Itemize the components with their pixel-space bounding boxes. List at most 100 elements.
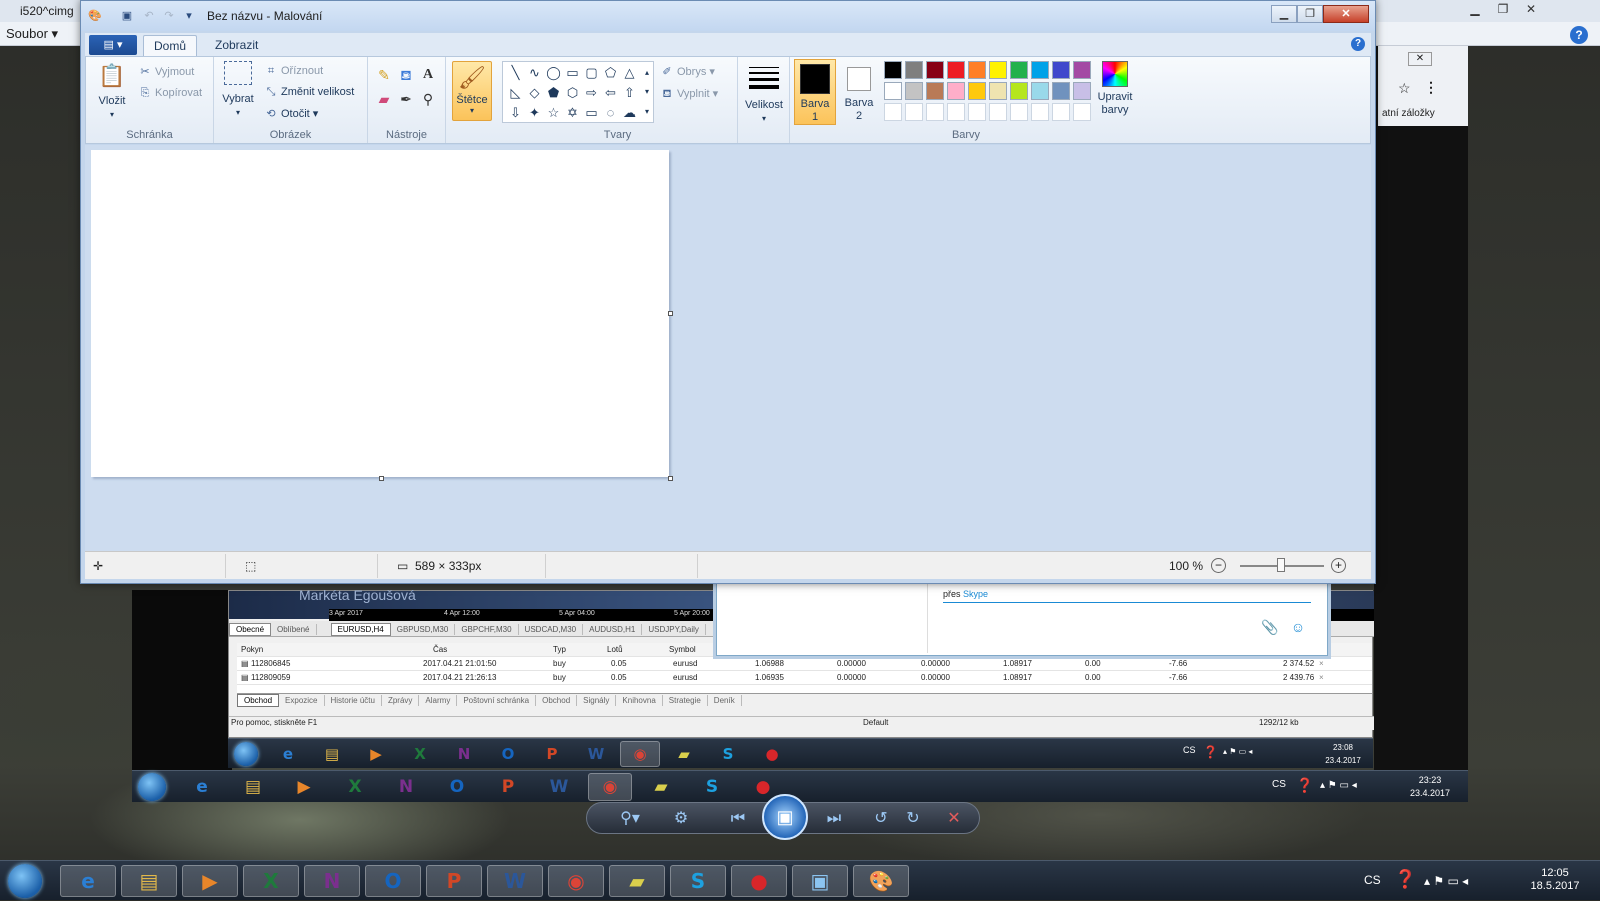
rotate-left-icon[interactable]: ↺ (871, 807, 891, 831)
maximize-button[interactable]: ❐ (1297, 5, 1323, 23)
chart-tab[interactable]: GBPUSD,M30 (391, 624, 456, 635)
palette-empty-slot[interactable] (989, 103, 1007, 121)
palette-color[interactable] (884, 82, 902, 100)
outline-button[interactable]: ✐ Obrys ▾ (660, 65, 715, 78)
browser-close-icon[interactable]: ✕ (1408, 52, 1432, 66)
terminal-tab[interactable]: Signály (577, 695, 617, 706)
emoji-icon[interactable]: ☺ (1289, 619, 1307, 637)
brushes-button[interactable]: 🖌 Štětce ▾ (452, 61, 492, 121)
chart-tab[interactable]: EURUSD,H4 (330, 623, 391, 636)
magnifier-icon[interactable]: ⚲ (418, 89, 438, 109)
palette-empty-slot[interactable] (1052, 103, 1070, 121)
tray-icons[interactable]: ▴ ⚑ ▭ ◂ (1223, 747, 1252, 756)
zoom-icon[interactable]: ⚲▾ (615, 807, 645, 831)
palette-color[interactable] (926, 61, 944, 79)
skype-icon[interactable]: S (670, 865, 726, 897)
color1-button[interactable]: Barva 1 (794, 59, 836, 125)
column-header[interactable]: Pokyn (241, 643, 263, 657)
shape-option[interactable]: ⇩ (506, 103, 525, 122)
help-icon[interactable]: ❓ (1203, 745, 1218, 759)
minimize-button[interactable]: ▁ (1271, 5, 1297, 23)
palette-color[interactable] (968, 61, 986, 79)
palette-color[interactable] (926, 82, 944, 100)
attach-icon[interactable]: 📎 (1261, 619, 1279, 637)
undo-icon[interactable]: ↶ (141, 9, 157, 23)
notes-icon[interactable]: ▰ (664, 741, 704, 767)
row-close-icon[interactable]: × (1319, 657, 1324, 671)
ie-icon[interactable]: e (268, 741, 308, 767)
shape-option[interactable]: ◇ (525, 83, 544, 102)
lang-indicator[interactable]: CS (1364, 873, 1381, 887)
metatrader-icon[interactable]: ● (731, 865, 787, 897)
paint-icon[interactable]: 🎨 (853, 865, 909, 897)
close-button[interactable]: ✕ (1323, 5, 1369, 23)
copy-button[interactable]: ⎘ Kopírovat (138, 87, 203, 100)
shape-option[interactable]: ☁ (620, 103, 639, 122)
terminal-tab[interactable]: Knihovna (616, 695, 663, 706)
desktop-view-icon[interactable]: ▣ (762, 794, 808, 840)
chart-tab[interactable]: USDCAD,M30 (519, 624, 584, 635)
skype-link[interactable]: Skype (963, 589, 988, 599)
excel-icon[interactable]: X (400, 741, 440, 767)
palette-color[interactable] (989, 82, 1007, 100)
settings-icon[interactable]: ⚙ (669, 807, 693, 831)
clock[interactable]: 23:08 23.4.2017 (1313, 741, 1373, 767)
zoom-out-button[interactable]: − (1211, 558, 1226, 573)
chrome-icon[interactable]: ◉ (620, 741, 660, 767)
media-player-icon[interactable]: ▶ (282, 773, 326, 801)
pencil-icon[interactable]: ✎ (374, 65, 394, 85)
palette-color[interactable] (989, 61, 1007, 79)
resize-handle-bottom[interactable] (379, 476, 384, 481)
start-button[interactable] (138, 773, 166, 801)
shape-option[interactable]: ⬟ (544, 83, 563, 102)
color2-button[interactable]: Barva 2 (838, 59, 880, 125)
explorer-icon[interactable]: ▤ (231, 773, 275, 801)
terminal-tab[interactable]: Poštovní schránka (457, 695, 537, 706)
ie-icon[interactable]: e (180, 773, 224, 801)
shape-option[interactable]: ⇨ (582, 83, 601, 102)
shape-option[interactable]: ╲ (506, 63, 525, 82)
palette-color[interactable] (905, 61, 923, 79)
resize-handle-corner[interactable] (668, 476, 673, 481)
terminal-tab[interactable]: Strategie (663, 695, 708, 706)
palette-empty-slot[interactable] (926, 103, 944, 121)
help-icon[interactable]: ? (1351, 37, 1365, 51)
shape-option[interactable]: ⇧ (620, 83, 639, 102)
word-icon[interactable]: W (487, 865, 543, 897)
shape-option[interactable]: ▭ (563, 63, 582, 82)
palette-empty-slot[interactable] (1031, 103, 1049, 121)
bg-minimize-button[interactable]: ▁ (1462, 2, 1488, 18)
word-icon[interactable]: W (576, 741, 616, 767)
terminal-tab[interactable]: Alarmy (419, 695, 458, 706)
edit-colors-button[interactable]: Upravit barvy (1092, 61, 1138, 117)
resize-button[interactable]: ⤡ Změnit velikost (264, 86, 355, 99)
fill-button[interactable]: ⛾ Vyplnit ▾ (660, 87, 719, 102)
explorer-icon[interactable]: ▤ (312, 741, 352, 767)
customize-quick-access-icon[interactable]: ▾ (181, 9, 197, 23)
palette-color[interactable] (968, 82, 986, 100)
outlook-icon[interactable]: O (365, 865, 421, 897)
column-header[interactable]: Čas (433, 643, 447, 657)
powerpoint-icon[interactable]: P (486, 773, 530, 801)
column-header[interactable]: Typ (553, 643, 566, 657)
onenote-icon[interactable]: N (444, 741, 484, 767)
palette-color[interactable] (1031, 82, 1049, 100)
palette-color[interactable] (1052, 61, 1070, 79)
shape-option[interactable]: ☆ (544, 103, 563, 122)
palette-empty-slot[interactable] (947, 103, 965, 121)
shape-option[interactable]: ⇦ (601, 83, 620, 102)
powerpoint-icon[interactable]: P (426, 865, 482, 897)
tab-view[interactable]: Zobrazit (205, 35, 268, 57)
chrome-icon[interactable]: ◉ (588, 773, 632, 801)
start-button[interactable] (234, 742, 258, 766)
shape-option[interactable]: ✦ (525, 103, 544, 122)
previous-icon[interactable]: ⏮ (721, 807, 755, 831)
lang-indicator[interactable]: CS (1272, 779, 1286, 790)
terminal-tab[interactable]: Deník (708, 695, 742, 706)
palette-color[interactable] (1073, 82, 1091, 100)
palette-empty-slot[interactable] (884, 103, 902, 121)
start-button[interactable] (8, 864, 42, 898)
table-row[interactable]: ▤ 112806845 2017.04.21 21:01:50 buy 0.05 euru… (237, 657, 1372, 671)
tab-home[interactable]: Domů (143, 35, 198, 57)
chrome-icon[interactable]: ◉ (548, 865, 604, 897)
